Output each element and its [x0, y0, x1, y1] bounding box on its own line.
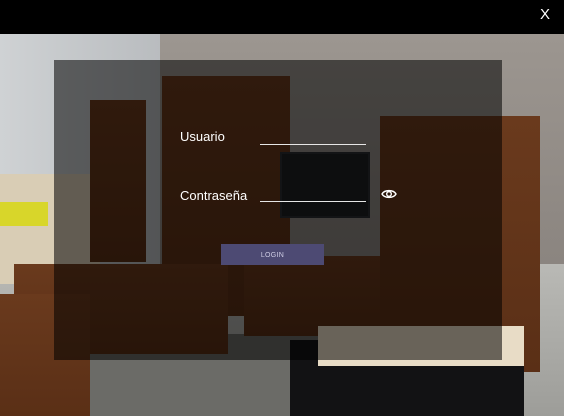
password-underline [260, 201, 366, 202]
username-underline [260, 144, 366, 145]
close-icon[interactable]: X [536, 6, 554, 24]
title-bar: X [0, 0, 564, 34]
password-label: Contraseña [180, 188, 248, 203]
password-field[interactable] [260, 186, 366, 202]
username-label: Usuario [180, 129, 225, 144]
login-button[interactable]: LOGIN [221, 244, 324, 265]
login-panel [54, 60, 502, 360]
eye-icon[interactable] [381, 188, 397, 200]
username-field[interactable] [260, 128, 366, 144]
background-cushion [0, 202, 48, 226]
